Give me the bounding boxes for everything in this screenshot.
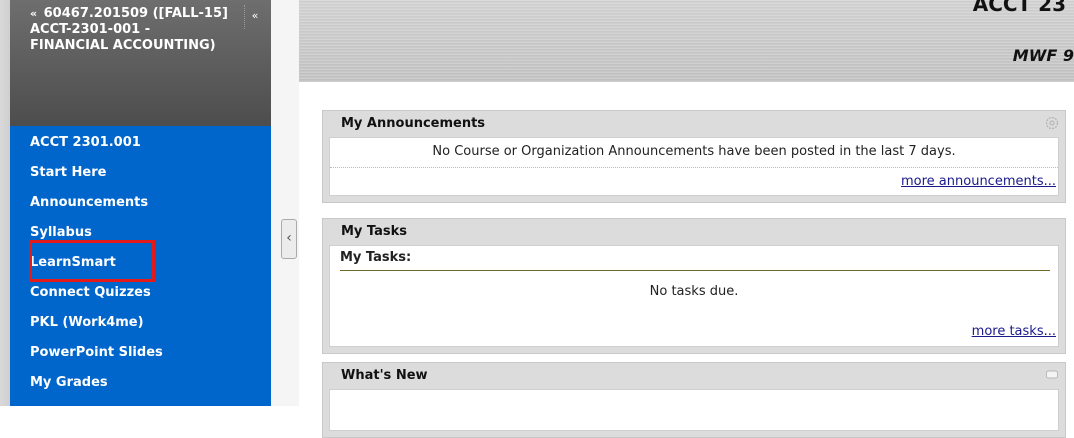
module-title: My Announcements xyxy=(323,111,1065,137)
menu-item-label: Connect Quizzes xyxy=(30,285,151,300)
menu-item-label: ACCT 2301.001 xyxy=(30,135,141,150)
menu-item-label: My Grades xyxy=(30,375,108,390)
menu-item-label: PKL (Work4me) xyxy=(30,315,144,330)
divider xyxy=(340,270,1050,271)
course-title-text: 60467.201509 ([FALL-15] ACCT-2301-001 - … xyxy=(30,6,228,53)
menu-item-pkl-work4me[interactable]: PKL (Work4me) xyxy=(10,308,271,338)
tasks-title: My Tasks xyxy=(341,224,408,239)
course-menu: « 60467.201509 ([FALL-15] ACCT-2301-001 … xyxy=(10,0,271,406)
divider xyxy=(330,167,1058,168)
whats-new-body xyxy=(329,389,1059,431)
banner-schedule: MWF 9 xyxy=(1012,46,1074,65)
tasks-empty-message: No tasks due. xyxy=(649,284,739,299)
menu-item-acct-2301[interactable]: ACCT 2301.001 xyxy=(10,128,271,158)
module-tasks: My Tasks My Tasks: No tasks due. more ta… xyxy=(322,218,1066,354)
module-title: What's New xyxy=(323,363,1065,389)
collapse-menu-button[interactable]: « xyxy=(244,5,265,29)
tasks-body: My Tasks: No tasks due. more tasks... xyxy=(329,245,1059,347)
learnsmart-highlight-box xyxy=(29,240,155,282)
banner-course-code: ACCT 23 xyxy=(972,0,1066,16)
course-menu-header: « 60467.201509 ([FALL-15] ACCT-2301-001 … xyxy=(10,0,271,126)
chevron-up-icon: « xyxy=(30,7,38,20)
menu-item-label: PowerPoint Slides xyxy=(30,345,163,360)
comment-icon[interactable] xyxy=(1045,368,1059,382)
menu-item-label: Start Here xyxy=(30,165,107,180)
left-edge-strip xyxy=(0,0,10,406)
announcements-empty-message: No Course or Organization Announcements … xyxy=(432,144,956,159)
menu-item-announcements[interactable]: Announcements xyxy=(10,188,271,218)
more-announcements-link[interactable]: more announcements... xyxy=(901,174,1056,189)
collapse-sidebar-button[interactable]: ‹ xyxy=(281,219,297,259)
chevron-left-icon: ‹ xyxy=(286,230,292,246)
more-tasks-link[interactable]: more tasks... xyxy=(972,324,1056,339)
menu-item-my-grades[interactable]: My Grades xyxy=(10,368,271,398)
module-title: My Tasks xyxy=(323,219,1065,245)
course-title[interactable]: « 60467.201509 ([FALL-15] ACCT-2301-001 … xyxy=(30,6,230,54)
menu-item-label: Announcements xyxy=(30,195,149,210)
whats-new-title: What's New xyxy=(341,368,428,383)
menu-splitter xyxy=(271,0,299,406)
tasks-subtitle: My Tasks: xyxy=(340,250,412,265)
announcements-title: My Announcements xyxy=(341,116,486,131)
course-banner: ACCT 23 MWF 9 xyxy=(299,0,1074,82)
module-announcements: My Announcements No Course or Organizati… xyxy=(322,110,1066,203)
gear-icon[interactable] xyxy=(1045,116,1059,130)
menu-item-connect-quizzes[interactable]: Connect Quizzes xyxy=(10,278,271,308)
menu-item-start-here[interactable]: Start Here xyxy=(10,158,271,188)
announcements-body: No Course or Organization Announcements … xyxy=(329,137,1059,196)
menu-item-label: Syllabus xyxy=(30,225,92,240)
chevron-up-icon: « xyxy=(251,9,259,22)
module-whats-new: What's New xyxy=(322,362,1066,438)
menu-item-powerpoint-slides[interactable]: PowerPoint Slides xyxy=(10,338,271,368)
